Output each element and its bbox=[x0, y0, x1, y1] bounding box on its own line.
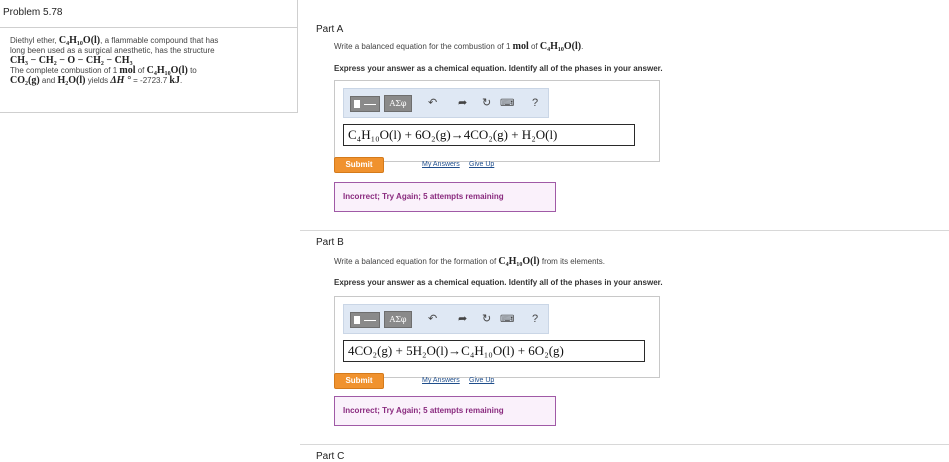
keyboard-icon[interactable]: ⌨ bbox=[500, 311, 514, 328]
problem-line-5: CO₂(g) and H₂O(l) yields ΔH ° = -2723.7 … bbox=[10, 75, 183, 86]
part-divider bbox=[300, 230, 949, 231]
part-b-give-up-link[interactable]: Give Up bbox=[469, 377, 494, 384]
part-divider bbox=[300, 444, 949, 445]
undo-icon[interactable]: ↶ bbox=[428, 311, 437, 328]
part-a-submit-button[interactable]: Submit bbox=[334, 157, 384, 173]
redo-icon[interactable]: ➦ bbox=[458, 95, 467, 112]
part-a-instruction: Express your answer as a chemical equati… bbox=[334, 64, 663, 73]
part-a-toolbar: ΑΣφ ↶ ➦ ↻ ⌨ ? bbox=[343, 88, 549, 118]
redo-icon[interactable]: ➦ bbox=[458, 311, 467, 328]
greek-symbols-button[interactable]: ΑΣφ bbox=[384, 95, 412, 112]
template-icon[interactable] bbox=[350, 312, 380, 328]
part-a-feedback: Incorrect; Try Again; 5 attempts remaini… bbox=[334, 182, 556, 212]
formula-diethyl-ether: C₄H₁₀O(l) bbox=[58, 35, 101, 46]
part-b-answer-editor: ΑΣφ ↶ ➦ ↻ ⌨ ? 4CO₂(g) + 5H₂O(l)→C₄H₁₀O(l… bbox=[334, 296, 660, 378]
keyboard-icon[interactable]: ⌨ bbox=[500, 95, 514, 112]
greek-symbols-button[interactable]: ΑΣφ bbox=[384, 311, 412, 328]
problem-line-4: The complete combustion of 1 mol of C₄H₁… bbox=[10, 65, 197, 76]
parts-panel: Part A Write a balanced equation for the… bbox=[300, 0, 949, 462]
problem-panel: Problem 5.78 Diethyl ether, C₄H₁₀O(l), a… bbox=[0, 0, 299, 461]
part-b-my-answers-link[interactable]: My Answers bbox=[422, 377, 460, 384]
part-a-question: Write a balanced equation for the combus… bbox=[334, 41, 584, 52]
help-icon[interactable]: ? bbox=[532, 95, 538, 112]
reset-icon[interactable]: ↻ bbox=[482, 311, 491, 328]
problem-title: Problem 5.78 bbox=[0, 0, 298, 28]
part-b-toolbar: ΑΣφ ↶ ➦ ↻ ⌨ ? bbox=[343, 304, 549, 334]
delta-h-symbol: ΔH ° bbox=[110, 75, 131, 86]
part-a-my-answers-link[interactable]: My Answers bbox=[422, 161, 460, 168]
part-b-equation-input[interactable]: 4CO₂(g) + 5H₂O(l)→C₄H₁₀O(l) + 6O₂(g) bbox=[343, 340, 645, 362]
part-a-give-up-link[interactable]: Give Up bbox=[469, 161, 494, 168]
part-b-instruction: Express your answer as a chemical equati… bbox=[334, 278, 663, 287]
part-a-equation-input[interactable]: C₄H₁₀O(l) + 6O₂(g)→4CO₂(g) + H₂O(l) bbox=[343, 124, 635, 146]
help-icon[interactable]: ? bbox=[532, 311, 538, 328]
part-b-feedback: Incorrect; Try Again; 5 attempts remaini… bbox=[334, 396, 556, 426]
problem-line-1: Diethyl ether, C₄H₁₀O(l), a flammable co… bbox=[10, 35, 219, 46]
part-a-title: Part A bbox=[316, 24, 344, 35]
part-b-question: Write a balanced equation for the format… bbox=[334, 256, 605, 267]
template-icon[interactable] bbox=[350, 96, 380, 112]
part-c-title: Part C bbox=[316, 451, 345, 462]
reset-icon[interactable]: ↻ bbox=[482, 95, 491, 112]
part-b-title: Part B bbox=[316, 237, 344, 248]
problem-statement: Diethyl ether, C₄H₁₀O(l), a flammable co… bbox=[0, 28, 298, 113]
part-b-submit-button[interactable]: Submit bbox=[334, 373, 384, 389]
part-a-answer-editor: ΑΣφ ↶ ➦ ↻ ⌨ ? C₄H₁₀O(l) + 6O₂(g)→4CO₂(g)… bbox=[334, 80, 660, 162]
undo-icon[interactable]: ↶ bbox=[428, 95, 437, 112]
